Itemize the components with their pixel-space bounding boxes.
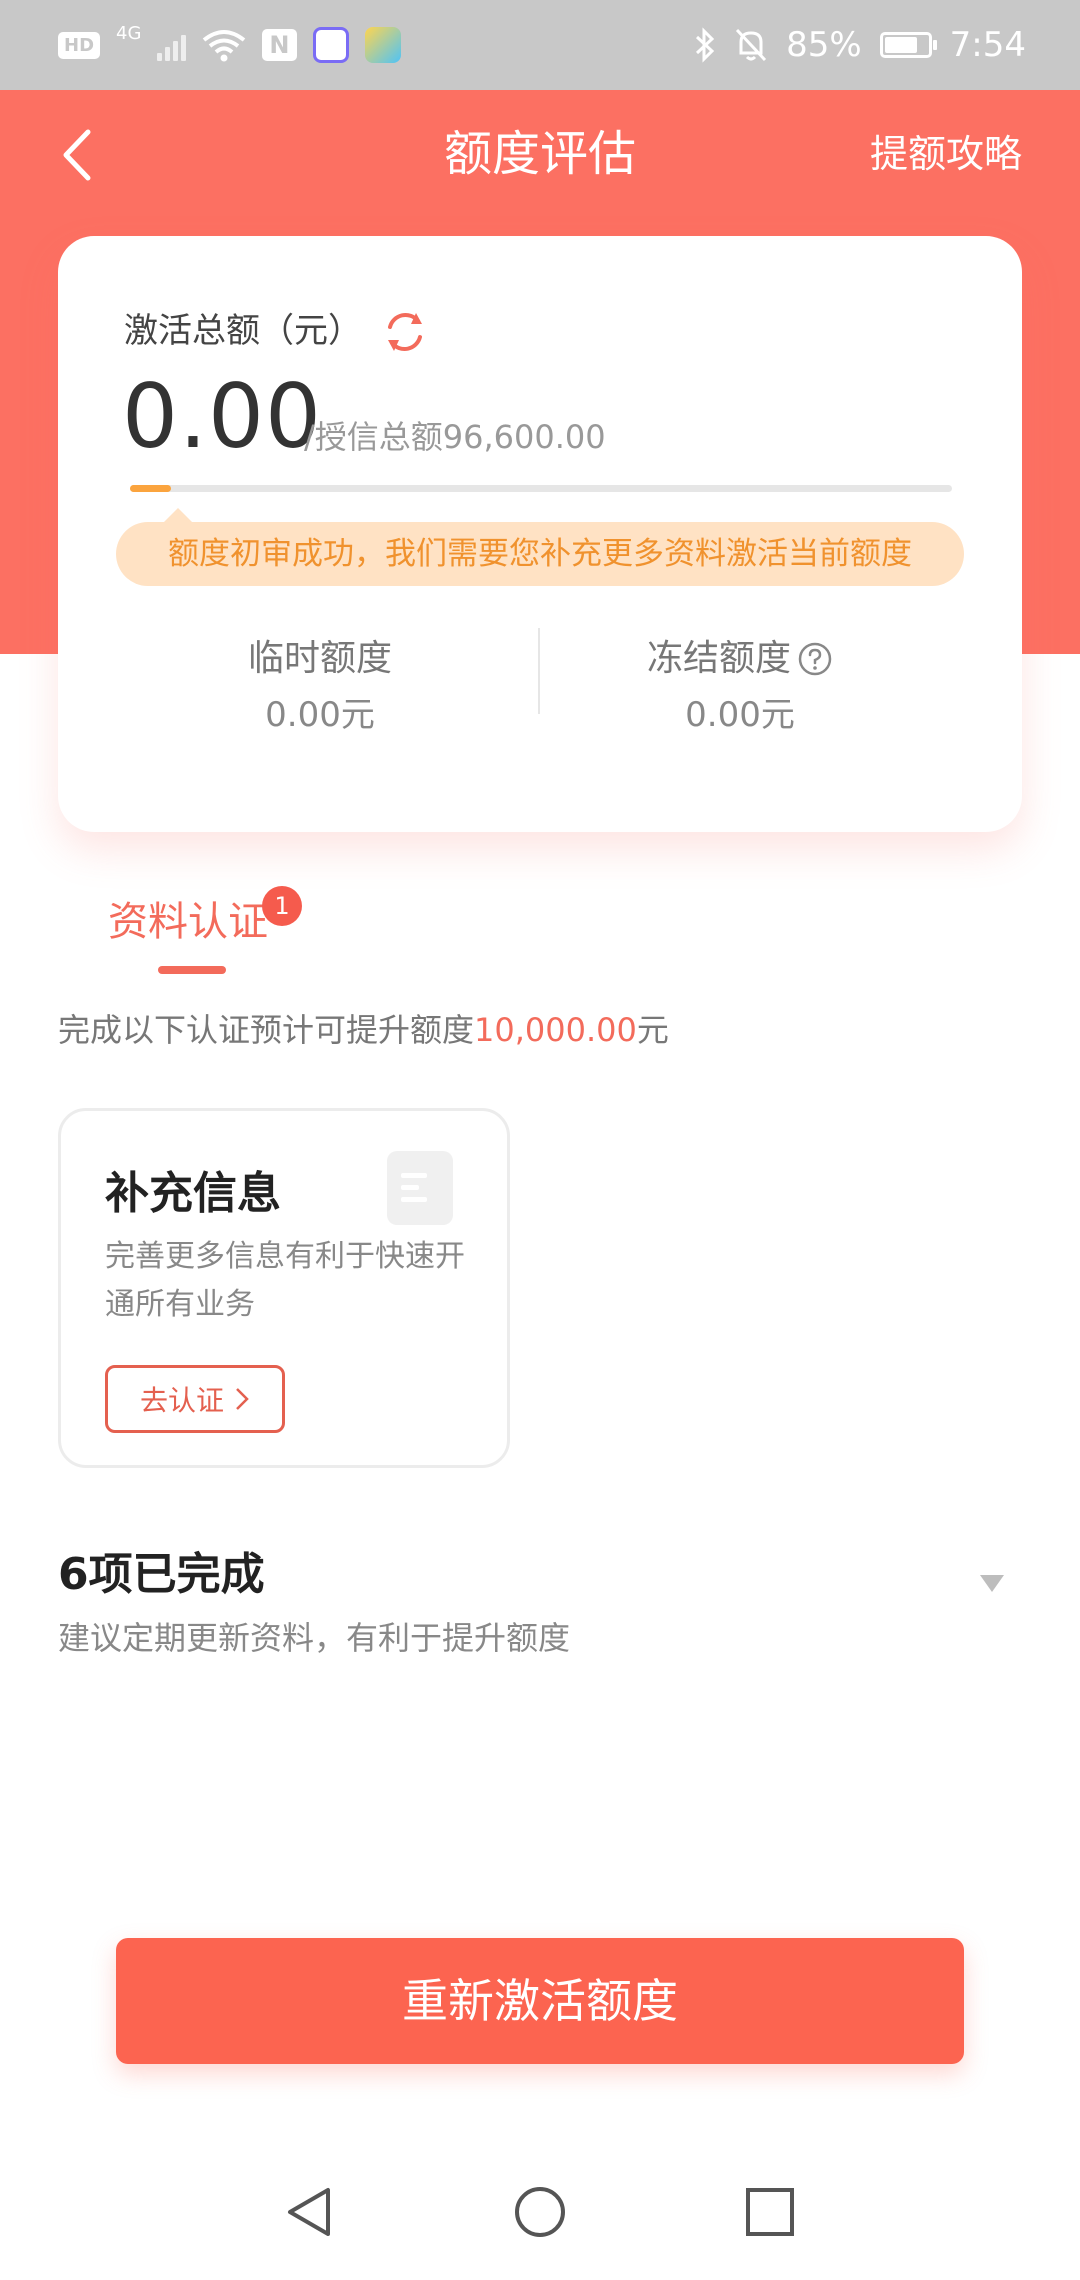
- battery-percent: 85%: [786, 25, 862, 65]
- video-app-icon: [364, 27, 401, 63]
- document-icon: [387, 1151, 453, 1225]
- go-verify-label: 去认证: [139, 1384, 224, 1417]
- activation-progress-fill: [130, 485, 172, 492]
- system-nav-bar: [0, 2140, 1080, 2280]
- total-credit-amount: /授信总额96,600.00: [304, 418, 606, 456]
- credit-increase-hint: 完成以下认证预计可提升额度10,000.00元: [58, 1006, 669, 1054]
- refresh-icon[interactable]: [382, 309, 428, 355]
- tab-data-verification[interactable]: 资料认证: [108, 890, 268, 954]
- credit-guide-link[interactable]: 提额攻略: [870, 118, 1022, 190]
- status-bar: HD 4G N 85% 7:54: [0, 0, 1080, 90]
- activated-amount: 0.00: [122, 365, 322, 468]
- caret-down-icon[interactable]: [978, 1572, 1006, 1594]
- mute-bell-icon: [735, 28, 767, 62]
- temporary-credit: 临时额度 0.00元: [110, 632, 530, 744]
- hd-icon: HD: [58, 31, 101, 59]
- info-card-description: 完善更多信息有利于快速开通所有业务: [105, 1239, 465, 1322]
- help-icon[interactable]: [797, 641, 833, 677]
- frozen-credit-label: 冻结额度: [646, 638, 791, 679]
- review-notice: 额度初审成功，我们需要您补充更多资料激活当前额度: [116, 508, 964, 586]
- completed-items-subtitle: 建议定期更新资料，有利于提升额度: [58, 1619, 571, 1657]
- battery-icon: [879, 32, 937, 58]
- credit-summary-card: 激活总额（元） 0.00 /授信总额96,600.00 额度初审成功，我们需要您…: [58, 236, 1022, 832]
- bluetooth-icon: [696, 27, 715, 63]
- chevron-right-icon: [236, 1388, 249, 1410]
- hint-amount: 10,000.00: [474, 1011, 637, 1049]
- go-verify-button[interactable]: 去认证: [105, 1365, 285, 1433]
- tab-badge: 1: [262, 886, 302, 926]
- hint-suffix: 元: [636, 1011, 669, 1049]
- status-left: HD 4G N: [58, 0, 401, 90]
- nfc-icon: N: [262, 29, 297, 61]
- reactivate-credit-button[interactable]: 重新激活额度: [116, 1938, 964, 2064]
- info-card-title: 补充信息: [105, 1168, 281, 1219]
- nav-home-icon[interactable]: [512, 2184, 568, 2240]
- nav-recent-apps-icon[interactable]: [742, 2184, 798, 2240]
- frozen-credit-value: 0.00元: [685, 695, 795, 735]
- status-right: 85% 7:54: [694, 0, 1026, 90]
- signal-icon: [157, 29, 187, 61]
- activation-progress-bar: [130, 485, 952, 492]
- network-type: 4G: [116, 22, 142, 44]
- chat-app-icon: [312, 27, 349, 63]
- wifi-icon: [203, 30, 246, 62]
- clock: 7:54: [949, 25, 1026, 65]
- nav-back-icon[interactable]: [282, 2184, 338, 2240]
- hint-prefix: 完成以下认证预计可提升额度: [58, 1011, 475, 1049]
- tab-active-indicator: [158, 966, 226, 974]
- activated-total-label: 激活总额（元）: [124, 311, 362, 351]
- temporary-credit-value: 0.00元: [265, 695, 375, 735]
- completed-items-title[interactable]: 6项已完成: [58, 1542, 265, 1608]
- supplementary-info-card[interactable]: 补充信息 完善更多信息有利于快速开通所有业务 去认证: [58, 1108, 510, 1468]
- frozen-credit: 冻结额度 0.00元: [530, 632, 950, 744]
- temporary-credit-label: 临时额度: [247, 638, 392, 679]
